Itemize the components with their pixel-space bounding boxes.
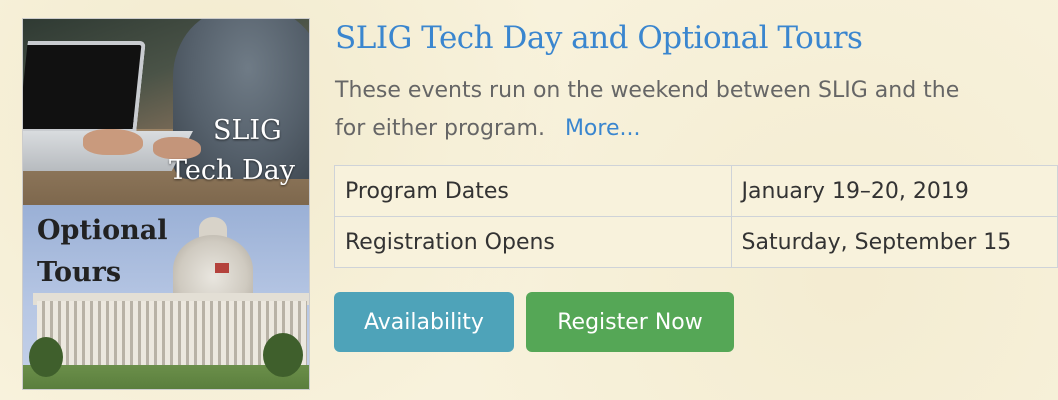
more-link[interactable]: More... <box>565 116 641 141</box>
registration-opens-label: Registration Opens <box>334 216 732 268</box>
availability-button[interactable]: Availability <box>334 292 514 352</box>
description-line2: for either program. <box>335 116 545 141</box>
tours-caption-line2: Tours <box>37 257 122 288</box>
laptop-image <box>23 41 146 133</box>
program-dates-label: Program Dates <box>334 165 732 217</box>
flag-icon <box>215 263 229 273</box>
registration-opens-value: Saturday, September 15 <box>730 216 1058 268</box>
event-description: These events run on the weekend between … <box>335 72 1058 148</box>
description-line1: These events run on the weekend between … <box>335 78 960 103</box>
event-details-table: Program Dates January 19–20, 2019 Regist… <box>334 165 1058 268</box>
program-dates-value: January 19–20, 2019 <box>730 165 1058 217</box>
tours-caption-line1: Optional <box>37 215 168 246</box>
tech-day-caption-line1: SLIG <box>213 115 282 146</box>
tech-day-caption-line2: Tech Day <box>169 155 295 186</box>
event-title-link[interactable]: SLIG Tech Day and Optional Tours <box>335 20 863 56</box>
register-now-button[interactable]: Register Now <box>526 292 734 352</box>
table-row: Registration Opens Saturday, September 1… <box>334 216 1058 268</box>
tech-day-photo: SLIG Tech Day <box>23 19 309 205</box>
optional-tours-photo: Optional Tours <box>23 205 309 389</box>
table-row: Program Dates January 19–20, 2019 <box>334 165 1058 217</box>
event-thumbnail: SLIG Tech Day Optional Tours <box>22 18 310 390</box>
